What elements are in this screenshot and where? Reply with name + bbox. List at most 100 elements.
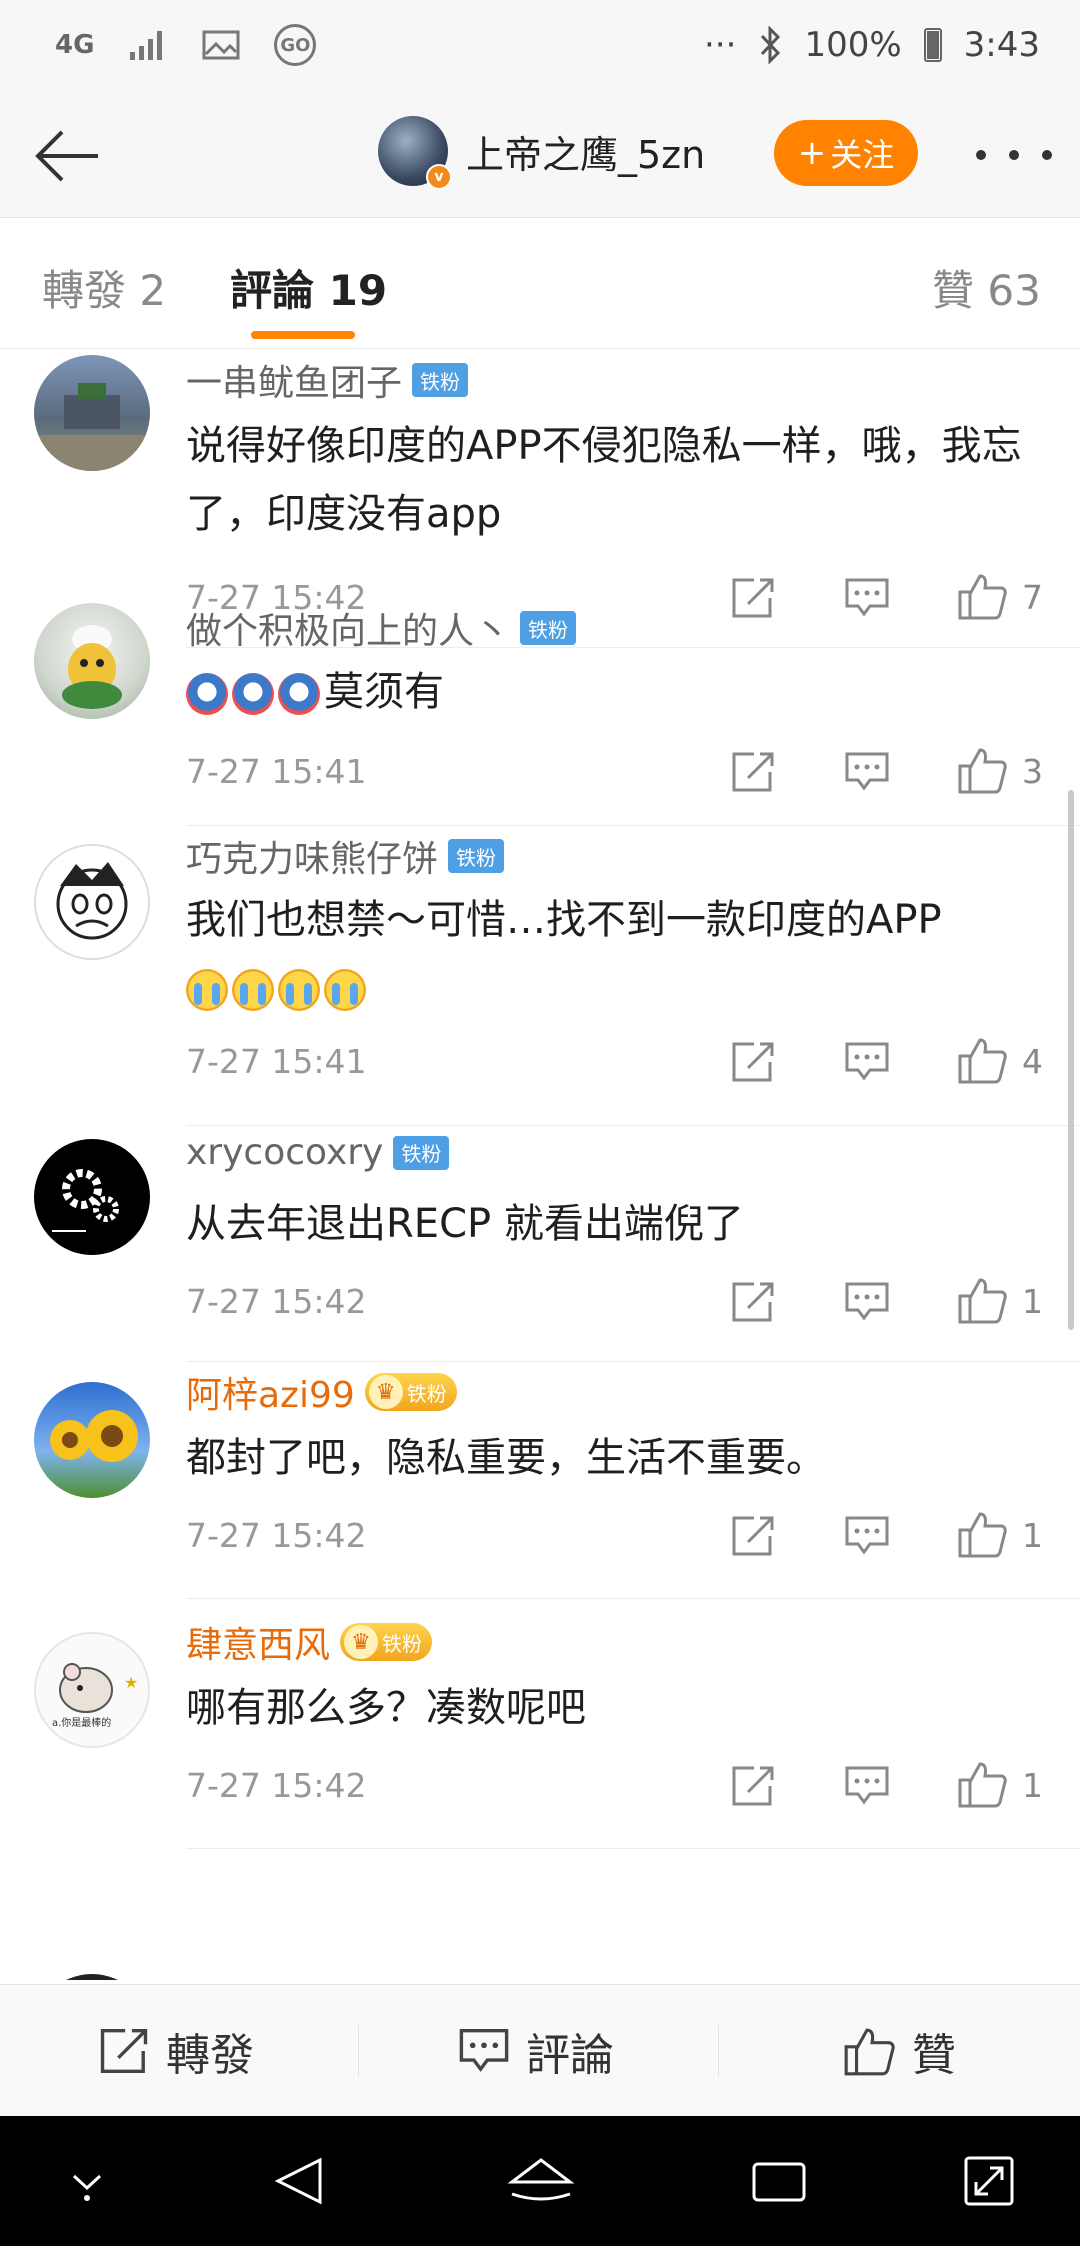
avatar[interactable]: ★ a.你是最棒的 [34,1632,150,1748]
share-icon [100,2028,148,2074]
like-button[interactable]: 贊 [842,1985,956,2117]
comment-icon[interactable] [844,576,890,620]
thumbs-up-icon[interactable] [956,1034,1008,1086]
hide-keyboard-icon[interactable] [52,2146,122,2216]
back-triangle-icon[interactable] [264,2146,334,2216]
comment-button[interactable]: 評論 [458,1985,614,2117]
comment-icon[interactable] [844,1764,890,1808]
thumbs-up-icon[interactable] [956,570,1008,622]
back-arrow-icon[interactable] [28,118,104,194]
comment-time: 7-27 15:42 [186,1766,367,1805]
comment-icon[interactable] [844,1040,890,1084]
recent-apps-icon[interactable] [744,2146,814,2216]
verified-icon: v [426,164,452,190]
profile-header[interactable]: v 上帝之鹰_5zn [378,116,705,190]
like-count: 7 [1022,578,1043,617]
vip-fan-badge: ♛ 铁粉 [340,1623,433,1661]
share-icon[interactable] [730,576,776,620]
like-count: 1 [1022,1766,1043,1805]
share-icon[interactable] [730,1040,776,1084]
svg-text:a.你是最棒的: a.你是最棒的 [52,1716,111,1729]
shocked-emoji-icon [186,673,228,715]
thumbs-up-icon[interactable] [956,744,1008,796]
comment-username[interactable]: 一串鱿鱼团子 铁粉 [186,354,469,406]
comment-icon[interactable] [844,1514,890,1558]
comment-icon[interactable] [844,1280,890,1324]
expand-screen-icon[interactable] [954,2146,1024,2216]
comment-actions: 4 [730,1038,1050,1090]
avatar[interactable] [34,844,150,960]
crying-emoji-icon [324,969,366,1011]
tab-comments[interactable]: 評論 19 [230,257,387,318]
comment-username[interactable]: xrycocoxry 铁粉 [186,1132,450,1173]
crying-emoji-icon [186,969,228,1011]
comment-text: 莫须有 [186,658,1046,726]
thumbs-up-icon[interactable] [956,1758,1008,1810]
comment-icon[interactable] [844,750,890,794]
share-icon[interactable] [730,1280,776,1324]
clock: 3:43 [963,25,1040,65]
fan-badge: 铁粉 [520,611,577,645]
divider [186,1598,1080,1599]
like-count: 4 [1022,1042,1043,1081]
comment-text: 我们也想禁～可惜…找不到一款印度的APP [186,886,1046,1022]
svg-text:★: ★ [124,1673,138,1692]
crying-emoji-icon [232,969,274,1011]
active-tab-indicator [251,331,355,339]
comment-text: 哪有那么多？凑数呢吧 [186,1685,586,1731]
comment-username[interactable]: 巧克力味熊仔饼 铁粉 [186,830,505,882]
like-count: 3 [1022,752,1043,791]
system-navigation-bar [0,2116,1080,2246]
comment-username[interactable]: 肆意西风 ♛ 铁粉 [186,1616,433,1668]
go-notification-icon: GO [274,24,317,66]
avatar[interactable] [34,603,150,719]
comment-actions: 1 [730,1762,1050,1814]
more-notifications-icon: ··· [704,25,737,65]
divider [186,1361,1080,1362]
thumbs-up-icon[interactable] [956,1274,1008,1326]
vip-fan-badge: ♛ 铁粉 [364,1373,457,1411]
comment-actions: 7 [730,574,1050,626]
divider [718,2025,719,2077]
avatar[interactable] [34,1139,150,1255]
avatar[interactable] [34,355,150,471]
avatar[interactable]: v [378,116,452,190]
comment-text: 从去年退出RECP 就看出端倪了 [186,1201,744,1247]
divider [186,825,1080,826]
share-icon[interactable] [730,1514,776,1558]
home-icon[interactable] [506,2146,576,2216]
comment-username[interactable]: 做个积极向上的人丶 铁粉 [186,602,577,654]
divider [186,1125,1080,1126]
crown-icon: ♛ [368,1375,403,1409]
network-type-icon: 4G [55,30,95,60]
tab-repost[interactable]: 轉發 2 [42,257,166,318]
comment-time: 7-27 15:42 [186,1282,367,1321]
avatar[interactable] [34,1382,150,1498]
share-icon[interactable] [730,1764,776,1808]
comment-actions: 1 [730,1512,1050,1564]
comment-text: 说得好像印度的APP不侵犯隐私一样，哦，我忘了，印度没有app [186,423,1022,537]
more-options-icon[interactable] [976,130,1052,180]
repost-button[interactable]: 轉發 [98,1985,254,2117]
crying-emoji-icon [278,969,320,1011]
comment-text: 都封了吧，隐私重要，生活不重要。 [186,1435,826,1481]
bluetooth-icon [761,26,781,64]
crown-icon: ♛ [344,1625,379,1659]
fan-badge: 铁粉 [393,1135,450,1170]
comment-time: 7-27 15:41 [186,1042,367,1081]
comment-username[interactable]: 阿梓azi99 ♛ 铁粉 [186,1366,457,1418]
shocked-emoji-icon [278,673,320,715]
tab-likes[interactable]: 贊 63 [932,257,1041,318]
comment-actions: 1 [730,1278,1050,1330]
like-count: 1 [1022,1516,1043,1555]
avatar[interactable] [34,1974,150,1980]
thumbs-up-icon [844,2028,895,2076]
fan-badge: 铁粉 [448,839,505,873]
follow-button[interactable]: + 关注 [774,120,918,186]
comment-list[interactable]: 一串鱿鱼团子 铁粉 说得好像印度的APP不侵犯隐私一样，哦，我忘了，印度没有ap… [0,350,1080,1980]
signal-icon [130,31,163,60]
share-icon[interactable] [730,750,776,794]
thumbs-up-icon[interactable] [956,1508,1008,1560]
follow-label: 关注 [830,136,895,174]
scrollbar[interactable] [1068,790,1074,1330]
